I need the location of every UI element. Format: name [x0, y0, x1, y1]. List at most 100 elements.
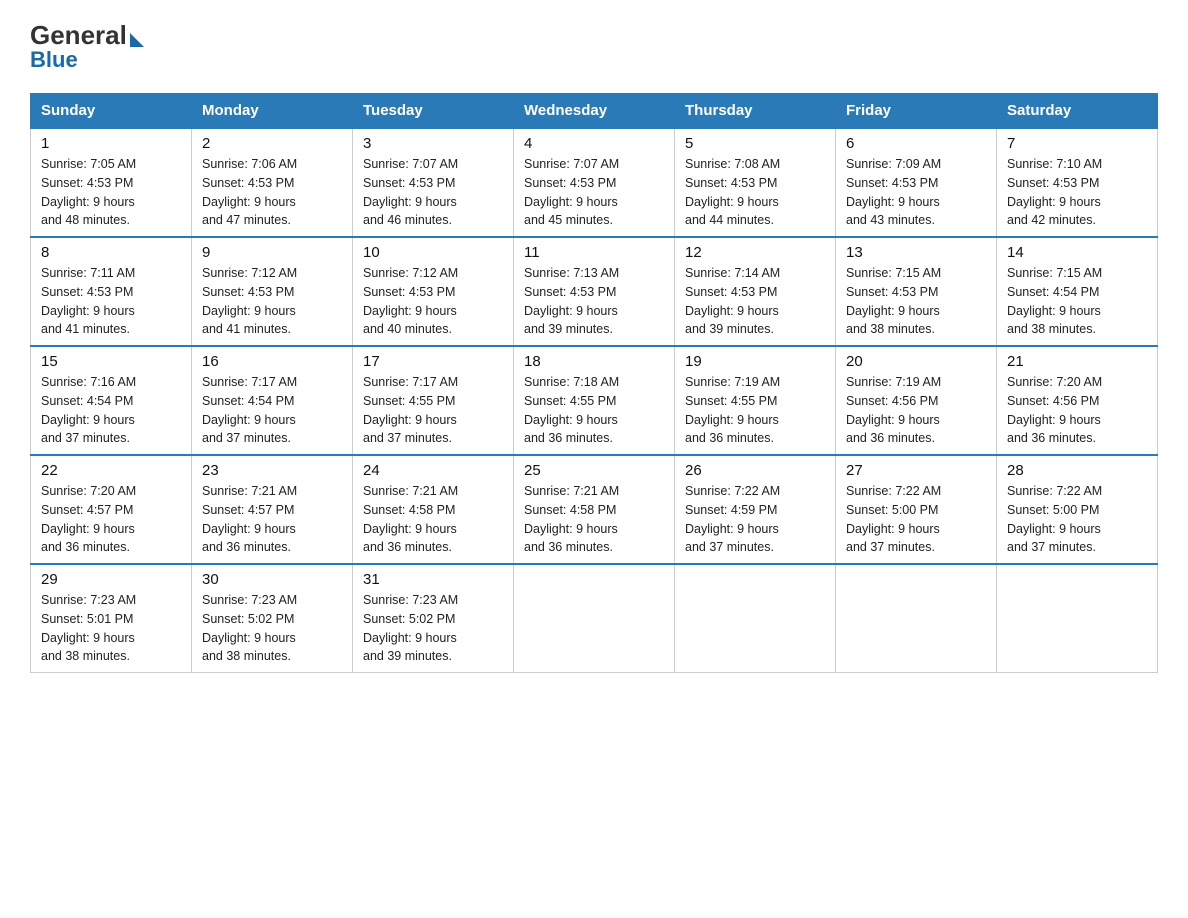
day-number: 13	[846, 244, 986, 261]
weekday-header-tuesday: Tuesday	[353, 94, 514, 129]
day-number: 25	[524, 462, 664, 479]
day-info: Sunrise: 7:20 AMSunset: 4:56 PMDaylight:…	[1007, 373, 1147, 448]
day-info: Sunrise: 7:18 AMSunset: 4:55 PMDaylight:…	[524, 373, 664, 448]
day-info: Sunrise: 7:06 AMSunset: 4:53 PMDaylight:…	[202, 155, 342, 230]
day-number: 12	[685, 244, 825, 261]
day-number: 17	[363, 353, 503, 370]
calendar-cell: 18 Sunrise: 7:18 AMSunset: 4:55 PMDayligh…	[514, 346, 675, 455]
day-number: 9	[202, 244, 342, 261]
calendar-cell: 31Sunrise: 7:23 AMSunset: 5:02 PMDayligh…	[353, 564, 514, 673]
logo-triangle-icon	[130, 33, 144, 47]
weekday-header-sunday: Sunday	[31, 94, 192, 129]
calendar-cell: 27Sunrise: 7:22 AMSunset: 5:00 PMDayligh…	[836, 455, 997, 564]
day-number: 1	[41, 135, 181, 152]
day-info: Sunrise: 7:10 AMSunset: 4:53 PMDaylight:…	[1007, 155, 1147, 230]
day-info: Sunrise: 7:21 AMSunset: 4:58 PMDaylight:…	[524, 482, 664, 557]
calendar-cell: 24 Sunrise: 7:21 AMSunset: 4:58 PMDayligh…	[353, 455, 514, 564]
day-info: Sunrise: 7:09 AMSunset: 4:53 PMDaylight:…	[846, 155, 986, 230]
day-number: 27	[846, 462, 986, 479]
day-info: Sunrise: 7:14 AMSunset: 4:53 PMDaylight:…	[685, 264, 825, 339]
calendar-cell	[675, 564, 836, 673]
day-info: Sunrise: 7:15 AMSunset: 4:53 PMDaylight:…	[846, 264, 986, 339]
day-info: Sunrise: 7:20 AMSunset: 4:57 PMDaylight:…	[41, 482, 181, 557]
day-number: 31	[363, 571, 503, 588]
day-info: Sunrise: 7:13 AMSunset: 4:53 PMDaylight:…	[524, 264, 664, 339]
calendar-week-row: 8 Sunrise: 7:11 AMSunset: 4:53 PMDaylight…	[31, 237, 1158, 346]
day-number: 4	[524, 135, 664, 152]
weekday-header-row: SundayMondayTuesdayWednesdayThursdayFrid…	[31, 94, 1158, 129]
calendar-cell: 23Sunrise: 7:21 AMSunset: 4:57 PMDayligh…	[192, 455, 353, 564]
day-number: 30	[202, 571, 342, 588]
day-number: 5	[685, 135, 825, 152]
day-info: Sunrise: 7:22 AMSunset: 4:59 PMDaylight:…	[685, 482, 825, 557]
calendar-cell: 4Sunrise: 7:07 AMSunset: 4:53 PMDaylight…	[514, 128, 675, 237]
calendar-cell: 16 Sunrise: 7:17 AMSunset: 4:54 PMDayligh…	[192, 346, 353, 455]
weekday-header-wednesday: Wednesday	[514, 94, 675, 129]
day-info: Sunrise: 7:19 AMSunset: 4:55 PMDaylight:…	[685, 373, 825, 448]
day-number: 22	[41, 462, 181, 479]
calendar-cell: 22 Sunrise: 7:20 AMSunset: 4:57 PMDayligh…	[31, 455, 192, 564]
calendar-cell: 7 Sunrise: 7:10 AMSunset: 4:53 PMDaylight…	[997, 128, 1158, 237]
day-number: 28	[1007, 462, 1147, 479]
calendar-cell: 21 Sunrise: 7:20 AMSunset: 4:56 PMDayligh…	[997, 346, 1158, 455]
calendar-cell: 2 Sunrise: 7:06 AMSunset: 4:53 PMDaylight…	[192, 128, 353, 237]
calendar-cell: 30 Sunrise: 7:23 AMSunset: 5:02 PMDayligh…	[192, 564, 353, 673]
calendar-cell: 14Sunrise: 7:15 AMSunset: 4:54 PMDayligh…	[997, 237, 1158, 346]
day-info: Sunrise: 7:21 AMSunset: 4:58 PMDaylight:…	[363, 482, 503, 557]
day-number: 23	[202, 462, 342, 479]
day-number: 6	[846, 135, 986, 152]
calendar-cell	[836, 564, 997, 673]
weekday-header-friday: Friday	[836, 94, 997, 129]
weekday-header-saturday: Saturday	[997, 94, 1158, 129]
weekday-header-monday: Monday	[192, 94, 353, 129]
day-number: 26	[685, 462, 825, 479]
calendar-week-row: 22 Sunrise: 7:20 AMSunset: 4:57 PMDayligh…	[31, 455, 1158, 564]
day-info: Sunrise: 7:12 AMSunset: 4:53 PMDaylight:…	[202, 264, 342, 339]
calendar-week-row: 1 Sunrise: 7:05 AMSunset: 4:53 PMDaylight…	[31, 128, 1158, 237]
day-number: 29	[41, 571, 181, 588]
calendar-cell	[514, 564, 675, 673]
day-info: Sunrise: 7:11 AMSunset: 4:53 PMDaylight:…	[41, 264, 181, 339]
calendar-cell: 11 Sunrise: 7:13 AMSunset: 4:53 PMDayligh…	[514, 237, 675, 346]
day-number: 8	[41, 244, 181, 261]
day-number: 19	[685, 353, 825, 370]
day-info: Sunrise: 7:23 AMSunset: 5:01 PMDaylight:…	[41, 591, 181, 666]
day-number: 16	[202, 353, 342, 370]
day-info: Sunrise: 7:05 AMSunset: 4:53 PMDaylight:…	[41, 155, 181, 230]
calendar-cell: 20 Sunrise: 7:19 AMSunset: 4:56 PMDayligh…	[836, 346, 997, 455]
day-number: 24	[363, 462, 503, 479]
calendar-cell: 15Sunrise: 7:16 AMSunset: 4:54 PMDayligh…	[31, 346, 192, 455]
calendar-body: 1 Sunrise: 7:05 AMSunset: 4:53 PMDaylight…	[31, 128, 1158, 673]
calendar-cell: 29 Sunrise: 7:23 AMSunset: 5:01 PMDayligh…	[31, 564, 192, 673]
day-info: Sunrise: 7:12 AMSunset: 4:53 PMDaylight:…	[363, 264, 503, 339]
weekday-header-thursday: Thursday	[675, 94, 836, 129]
logo-blue: Blue	[30, 47, 78, 73]
day-number: 11	[524, 244, 664, 261]
day-info: Sunrise: 7:19 AMSunset: 4:56 PMDaylight:…	[846, 373, 986, 448]
page-header: General Blue	[30, 20, 1158, 73]
day-info: Sunrise: 7:08 AMSunset: 4:53 PMDaylight:…	[685, 155, 825, 230]
calendar-cell: 26 Sunrise: 7:22 AMSunset: 4:59 PMDayligh…	[675, 455, 836, 564]
day-number: 3	[363, 135, 503, 152]
day-number: 7	[1007, 135, 1147, 152]
calendar-cell: 8 Sunrise: 7:11 AMSunset: 4:53 PMDaylight…	[31, 237, 192, 346]
calendar-cell: 5 Sunrise: 7:08 AMSunset: 4:53 PMDaylight…	[675, 128, 836, 237]
day-info: Sunrise: 7:23 AMSunset: 5:02 PMDaylight:…	[202, 591, 342, 666]
day-info: Sunrise: 7:22 AMSunset: 5:00 PMDaylight:…	[1007, 482, 1147, 557]
calendar-header: SundayMondayTuesdayWednesdayThursdayFrid…	[31, 94, 1158, 129]
calendar-cell: 12 Sunrise: 7:14 AMSunset: 4:53 PMDayligh…	[675, 237, 836, 346]
day-number: 20	[846, 353, 986, 370]
calendar-cell	[997, 564, 1158, 673]
calendar-week-row: 29 Sunrise: 7:23 AMSunset: 5:01 PMDayligh…	[31, 564, 1158, 673]
day-number: 18	[524, 353, 664, 370]
day-number: 21	[1007, 353, 1147, 370]
calendar-cell: 3 Sunrise: 7:07 AMSunset: 4:53 PMDaylight…	[353, 128, 514, 237]
calendar-table: SundayMondayTuesdayWednesdayThursdayFrid…	[30, 93, 1158, 673]
day-info: Sunrise: 7:16 AMSunset: 4:54 PMDaylight:…	[41, 373, 181, 448]
day-info: Sunrise: 7:07 AMSunset: 4:53 PMDaylight:…	[363, 155, 503, 230]
calendar-cell: 13 Sunrise: 7:15 AMSunset: 4:53 PMDayligh…	[836, 237, 997, 346]
calendar-cell: 6 Sunrise: 7:09 AMSunset: 4:53 PMDaylight…	[836, 128, 997, 237]
calendar-cell: 28 Sunrise: 7:22 AMSunset: 5:00 PMDayligh…	[997, 455, 1158, 564]
day-info: Sunrise: 7:17 AMSunset: 4:54 PMDaylight:…	[202, 373, 342, 448]
day-number: 2	[202, 135, 342, 152]
